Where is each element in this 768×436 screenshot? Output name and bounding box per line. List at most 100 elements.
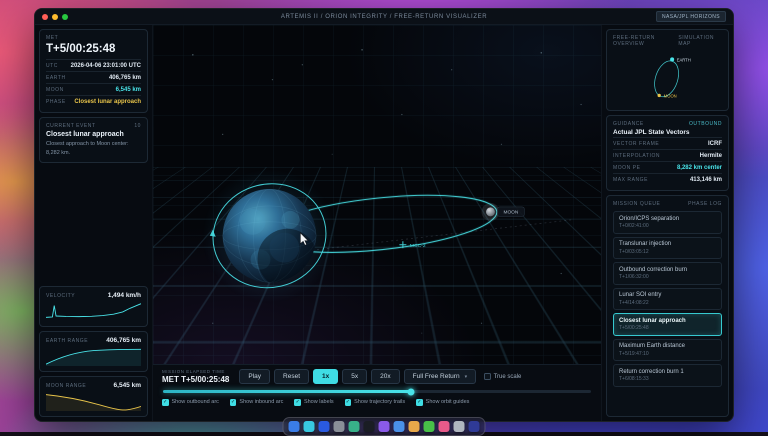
checkbox-checked-icon[interactable]: ✓ [230,399,237,406]
overview-map[interactable]: EARTH MOON [613,49,722,105]
app-window: ARTEMIS II / ORION INTEGRITY / FREE-RETU… [34,8,734,422]
queue-item[interactable]: Lunar SOI entry T+4/14:08:22 [613,288,722,311]
utc-label: UTC [46,63,58,69]
moon-range-label: MOON RANGE [46,383,86,389]
queue-item[interactable]: Maximum Earth distance T+5/19:47:10 [613,339,722,362]
vector-frame-label: VECTOR FRAME [613,141,659,147]
true-scale-label: True scale [494,374,522,380]
earth-range-gauge: EARTH RANGE 406,765 km [39,331,148,372]
earth-range-gauge-value: 406,765 km [106,337,141,344]
current-event-header: CURRENT EVENT [46,123,96,129]
transport-bar: MISSION ELAPSED TIME MET T+5/00:25:48 Pl… [153,364,601,421]
close-button[interactable] [42,14,48,20]
toggle-orbit-guides[interactable]: ✓ Show orbit guides [416,399,469,406]
transport-met-label: MISSION ELAPSED TIME [162,369,229,374]
dock-icon[interactable] [454,421,465,432]
true-scale-checkbox[interactable] [484,373,491,380]
phase-value: Closest lunar approach [74,99,141,105]
timeline-slider[interactable] [163,390,591,393]
toggle-label: Show labels [304,399,334,405]
dock-icon[interactable] [289,421,300,432]
event-description: Closest approach to Moon center: 8,282 k… [46,140,141,157]
gauge-stack: VELOCITY 1,494 km/h EARTH RANGE 406,765 … [39,286,148,417]
dock-icon[interactable] [364,421,375,432]
timeline-thumb[interactable] [408,388,415,395]
met-row-utc: UTC 2026-04-06 23:01:00 UTC [46,59,141,71]
interpolation-value: Hermite [700,153,722,159]
queue-item[interactable]: Orion/ICPS separation T+0/02:41:00 [613,211,722,234]
queue-item-title: Maximum Earth distance [619,343,716,349]
dock-icon[interactable] [319,421,330,432]
utc-value: 2026-04-06 23:01:00 UTC [71,63,141,69]
queue-item[interactable]: Return correction burn 1 T+6/08:15:33 [613,364,722,387]
guidance-row-frame: VECTOR FRAME ICRF [613,137,722,149]
earth-range-sparkline [46,346,141,366]
speed-1x-button[interactable]: 1x [313,369,338,384]
checkbox-checked-icon[interactable]: ✓ [345,399,352,406]
queue-item-time: T+4/14:08:22 [619,300,716,306]
data-source-badge[interactable]: NASA/JPL HORIZONS [656,11,726,22]
checkbox-checked-icon[interactable]: ✓ [294,399,301,406]
queue-item-time: T+5/00:25:48 [619,325,716,331]
toggle-labels[interactable]: ✓ Show labels [294,399,333,406]
toggle-inbound-arc[interactable]: ✓ Show inbound arc [230,399,284,406]
queue-item-active[interactable]: Closest lunar approach T+5/00:25:48 [613,313,722,336]
titlebar[interactable]: ARTEMIS II / ORION INTEGRITY / FREE-RETU… [35,9,733,25]
queue-item-title: Return correction burn 1 [619,369,716,375]
scenario-select[interactable]: Full Free Return ▾ [404,369,476,384]
earth-range-value: 406,765 km [109,75,141,81]
earth[interactable] [202,168,337,303]
dock-icon[interactable] [469,421,480,432]
velocity-gauge: VELOCITY 1,494 km/h [39,286,148,327]
moon-range-sparkline [46,391,141,411]
transport-met: MISSION ELAPSED TIME MET T+5/00:25:48 [162,369,229,384]
queue-header: MISSION QUEUE [613,201,660,207]
zoom-button[interactable] [62,14,68,20]
correction-marker[interactable]: MCC-2 [399,241,425,249]
overview-subheader: SIMULATION MAP [678,35,722,47]
overview-header: FREE-RETURN OVERVIEW [613,35,678,47]
marker-label: MCC-2 [410,243,426,249]
window-title: ARTEMIS II / ORION INTEGRITY / FREE-RETU… [35,14,733,20]
traffic-lights [42,14,68,20]
queue-item-time: T+6/08:15:33 [619,376,716,382]
reset-button[interactable]: Reset [274,369,309,384]
guidance-mode-badge: OUTBOUND [689,121,722,127]
dock-icon[interactable] [424,421,435,432]
toggle-trajectory-trails[interactable]: ✓ Show trajectory trails [345,399,406,406]
dock[interactable] [283,417,486,436]
minimize-button[interactable] [52,14,58,20]
interpolation-label: INTERPOLATION [613,153,660,159]
dock-icon[interactable] [334,421,345,432]
speed-20x-button[interactable]: 20x [371,369,399,384]
dock-icon[interactable] [409,421,420,432]
queue-item-time: T+5/19:47:10 [619,351,716,357]
toggle-label: Show orbit guides [426,399,470,405]
event-title: Closest lunar approach [46,131,141,138]
true-scale-toggle[interactable]: True scale [484,373,521,380]
queue-item-title: Closest lunar approach [619,318,716,324]
moon-badge-label: MOON [503,210,518,216]
speed-5x-button[interactable]: 5x [342,369,367,384]
max-range-value: 413,146 km [690,177,722,183]
dock-icon[interactable] [379,421,390,432]
earth-range-label: EARTH RANGE [46,338,88,344]
dock-icon[interactable] [304,421,315,432]
moon-range-gauge-value: 6,545 km [114,382,141,389]
chevron-down-icon: ▾ [465,374,468,380]
dock-icon[interactable] [349,421,360,432]
dock-icon[interactable] [394,421,405,432]
dock-icon[interactable] [439,421,450,432]
guidance-row-moonpe: MOON PE 8,282 km center [613,161,722,173]
orbit-viewport[interactable]: MCC-2 MOON [153,25,601,364]
met-row-earth: EARTH 406,765 km [46,71,141,83]
toggle-outbound-arc[interactable]: ✓ Show outbound arc [162,399,219,406]
checkbox-checked-icon[interactable]: ✓ [162,399,169,406]
moon[interactable]: MOON [482,203,525,221]
queue-item-title: Outbound correction burn [619,267,716,273]
queue-item[interactable]: Outbound correction burn T+1/06:32:00 [613,262,722,285]
overview-moon-dot [658,94,661,97]
checkbox-checked-icon[interactable]: ✓ [416,399,423,406]
play-button[interactable]: Play [239,369,270,384]
queue-item[interactable]: Translunar injection T+0/03:05:12 [613,237,722,260]
